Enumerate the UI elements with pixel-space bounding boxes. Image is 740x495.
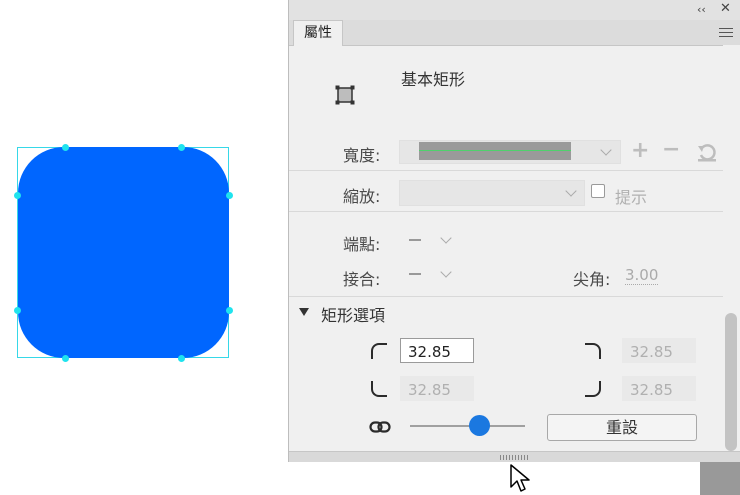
chevron-down-icon[interactable] [440,266,452,278]
width-label: 寬度: [343,146,381,165]
cap-style-icon[interactable] [409,239,421,241]
panel-tabstrip: 屬性 [289,20,740,46]
hint-label: 提示 [615,188,648,207]
triangle-down-icon[interactable] [298,307,310,317]
rect-options-header[interactable]: 矩形選項 [321,302,385,326]
link-icon[interactable] [369,420,391,434]
selection-handle[interactable] [62,144,69,151]
panel-scrollbar-thumb[interactable] [725,313,737,451]
minus-icon[interactable]: − [662,137,680,162]
corner-top-right-input[interactable]: 32.85 [622,338,696,363]
plus-icon[interactable]: + [631,138,649,163]
selection-handle[interactable] [178,144,185,151]
tool-name: 基本矩形 [401,70,466,89]
scale-dropdown[interactable] [399,180,585,206]
join-label: 接合: [343,270,381,289]
resize-grip-icon[interactable] [500,455,530,460]
reset-button[interactable]: 重設 [547,414,697,441]
corner-bottom-right-icon [585,381,601,397]
close-icon[interactable]: ✕ [720,1,731,16]
chevron-down-icon[interactable] [440,232,452,244]
selection-handle[interactable] [226,307,233,314]
selection-handle[interactable] [226,192,233,199]
cap-label: 端點: [343,235,381,254]
properties-panel: ‹‹ ✕ 屬性 基本矩形 寬度: + − 縮放: 提示 端點: 接合: 尖角: [288,0,740,462]
chevron-down-icon [600,144,612,156]
panel-menu-icon[interactable] [719,28,733,40]
selection-handle[interactable] [14,192,21,199]
stage-canvas[interactable] [0,0,288,495]
join-style-icon[interactable] [409,273,421,275]
selection-handle[interactable] [14,307,21,314]
corner-bottom-left-input[interactable]: 32.85 [400,376,474,401]
tab-properties[interactable]: 屬性 [293,20,343,46]
corner-bottom-left-icon [371,381,387,397]
reset-width-icon[interactable] [696,143,718,163]
selection-handle[interactable] [178,355,185,362]
miter-label: 尖角: [573,270,611,289]
corner-top-left-input[interactable]: 32.85 [400,338,474,363]
mouse-cursor-icon [510,464,530,492]
double-chevron-left-icon[interactable]: ‹‹ [697,3,706,16]
panel-resize-bar[interactable] [289,451,740,462]
chevron-down-icon [565,185,577,197]
corner-bottom-right-input[interactable]: 32.85 [622,376,696,401]
corner-top-right-icon [585,343,601,359]
rectangle-primitive-icon [335,85,355,105]
background-window-edge [700,462,740,495]
miter-value[interactable]: 3.00 [625,266,659,285]
selection-handle[interactable] [62,355,69,362]
hint-checkbox[interactable] [591,184,605,198]
corner-radius-slider-track[interactable] [410,425,525,427]
corner-top-left-icon [371,343,387,359]
stroke-preview [419,142,571,160]
rounded-rectangle-shape[interactable] [18,147,229,358]
corner-radius-slider-knob[interactable] [468,415,490,436]
scale-label: 縮放: [343,187,381,206]
panel-titlebar: ‹‹ ✕ [289,0,740,21]
